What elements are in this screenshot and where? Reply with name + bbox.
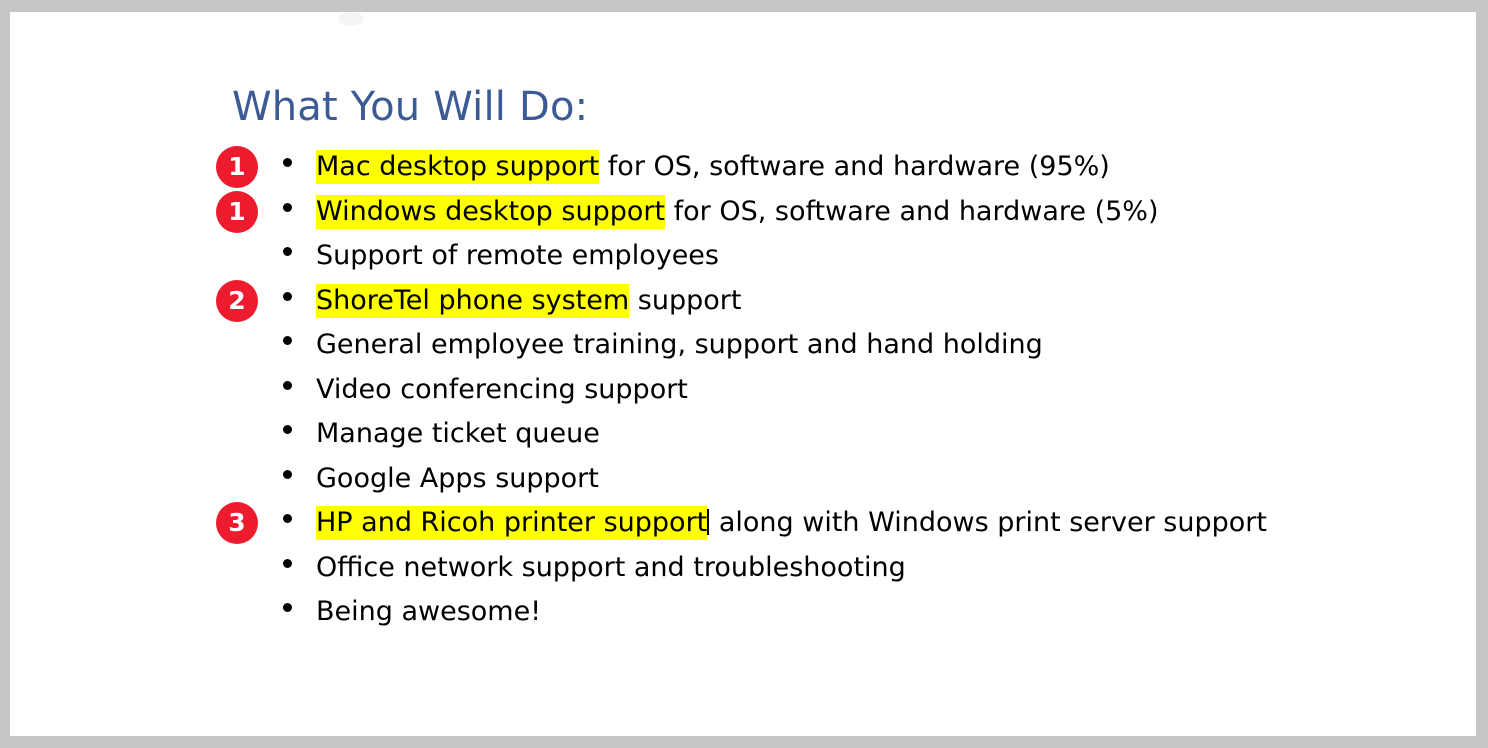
list-item-label: Manage ticket queue: [316, 412, 600, 456]
bullet-dot-icon: [283, 380, 292, 390]
bullet-dot-icon: [283, 558, 292, 568]
plain-text: Support of remote employees: [316, 240, 719, 271]
bullet-dot-icon: [283, 469, 292, 479]
highlighted-text: Mac desktop support: [316, 150, 600, 184]
smudge-artifact: [338, 12, 364, 26]
plain-text: General employee training, support and h…: [316, 329, 1043, 360]
plain-text: Video conferencing support: [316, 373, 688, 405]
bullet-dot-icon: [283, 247, 292, 256]
page-title: What You Will Do:: [232, 84, 589, 130]
highlighted-text: HP and Ricoh printer support: [316, 506, 708, 540]
list-item[interactable]: Google Apps support: [10, 457, 1476, 502]
bullet-dot-icon: [283, 336, 292, 345]
plain-text: Google Apps support: [316, 462, 599, 494]
bullet-dot-icon: [283, 158, 292, 167]
text-cursor: [707, 509, 710, 535]
annotation-badge-3[interactable]: 3: [216, 502, 258, 544]
slide-canvas: What You Will Do: Mac desktop support fo…: [10, 12, 1476, 736]
bullet-dot-icon: [283, 425, 292, 434]
plain-text: for OS, software and hardware (5%): [665, 195, 1159, 227]
list-item-label: Windows desktop support for OS, software…: [316, 190, 1158, 234]
bullet-dot-icon: [283, 202, 292, 212]
highlighted-text: Windows desktop support: [316, 194, 666, 229]
list-item-label: Video conferencing support: [316, 368, 688, 412]
list-item-label: ShoreTel phone system support: [316, 279, 741, 323]
plain-text: for OS, software and hardware (95%): [599, 151, 1110, 182]
plain-text: Office network support and troubleshooti…: [316, 551, 906, 583]
list-item[interactable]: Manage ticket queue: [10, 412, 1476, 457]
list-item[interactable]: Support of remote employees: [10, 234, 1476, 279]
list-item[interactable]: Video conferencing support: [10, 368, 1476, 413]
list-item-label: Mac desktop support for OS, software and…: [316, 145, 1110, 189]
list-item-label: Support of remote employees: [316, 234, 719, 278]
list-item-label: Being awesome!: [316, 590, 541, 634]
annotation-badge-2[interactable]: 2: [216, 279, 258, 322]
annotation-badge-1[interactable]: 1: [216, 190, 258, 233]
bullet-dot-icon: [283, 603, 292, 612]
bullet-dot-icon: [283, 514, 292, 523]
bullet-dot-icon: [283, 291, 292, 301]
list-item-label: General employee training, support and h…: [316, 323, 1043, 367]
annotation-badge-1[interactable]: 1: [216, 146, 258, 188]
list-item[interactable]: General employee training, support and h…: [10, 323, 1476, 368]
plain-text: support: [629, 284, 742, 316]
plain-text: along with Windows print server support: [710, 507, 1267, 538]
highlighted-text: ShoreTel phone system: [316, 283, 630, 318]
list-item-label: Google Apps support: [316, 457, 599, 501]
plain-text: Being awesome!: [316, 596, 542, 627]
list-item-label: Office network support and troubleshooti…: [316, 546, 906, 590]
list-item[interactable]: Office network support and troubleshooti…: [10, 546, 1476, 591]
plain-text: Manage ticket queue: [316, 418, 600, 449]
list-item[interactable]: Being awesome!: [10, 590, 1476, 635]
list-item-label: HP and Ricoh printer support along with …: [316, 501, 1267, 545]
slide-frame: What You Will Do: Mac desktop support fo…: [0, 0, 1488, 748]
